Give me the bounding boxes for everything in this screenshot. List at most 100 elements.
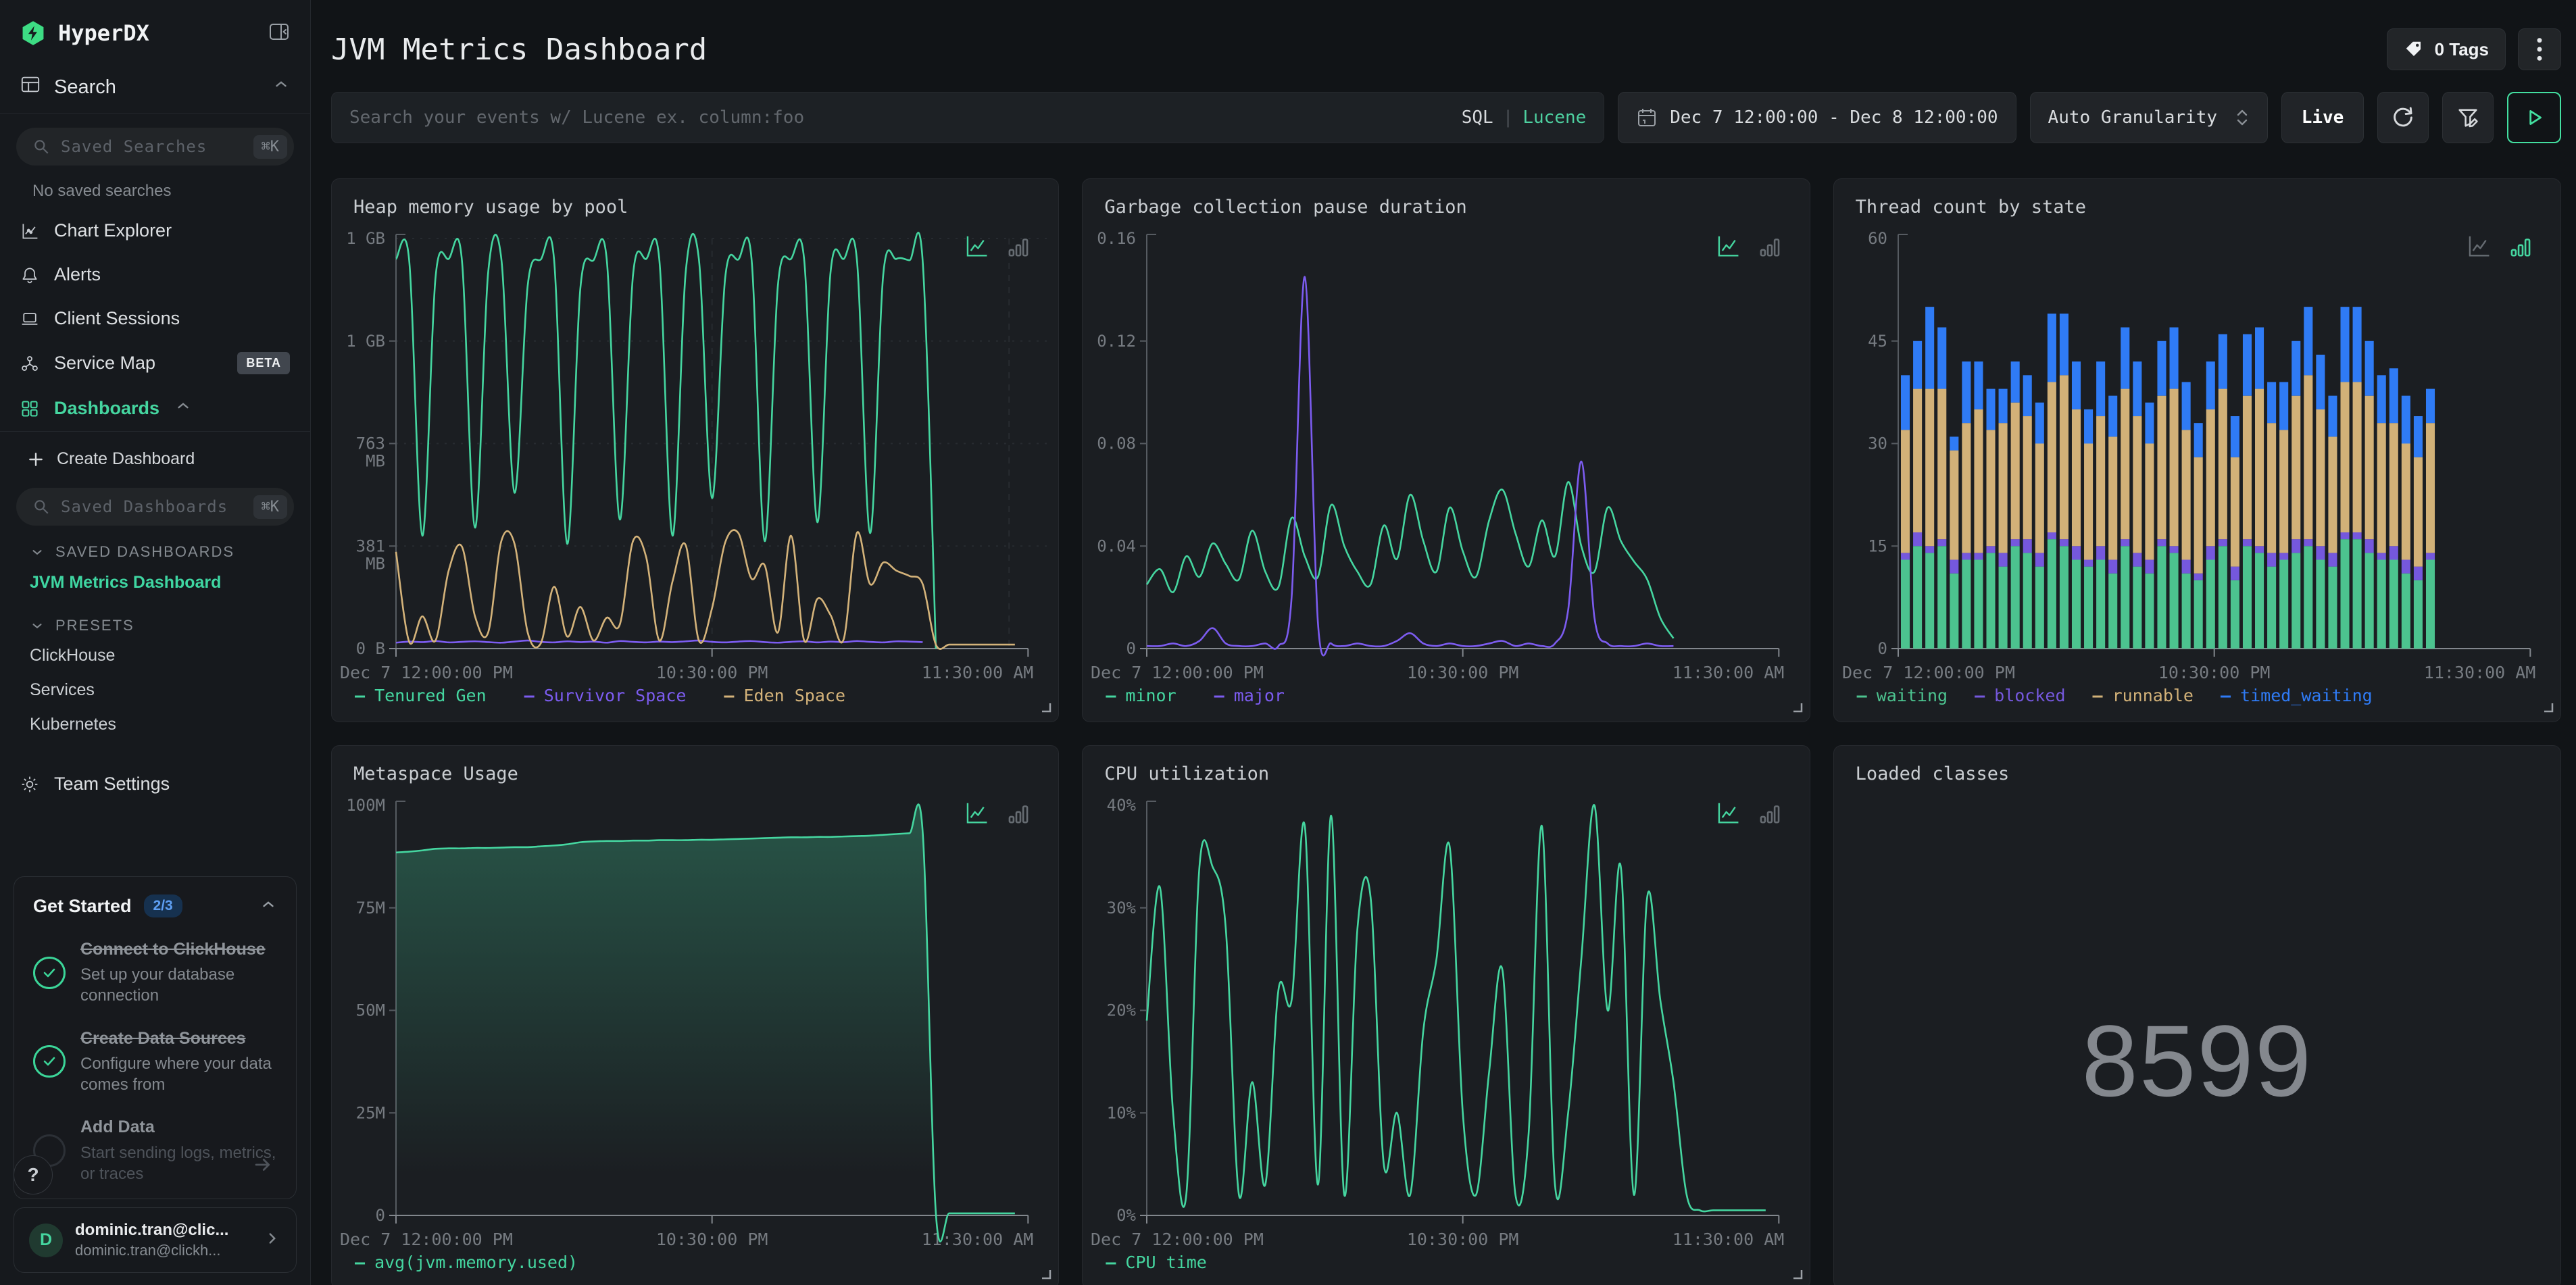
svg-text:11:30:00 AM: 11:30:00 AM (1673, 1230, 1785, 1247)
panel-cpu: CPU utilization 40% 30% 20% 10% 0% Dec 7 12:0… (1082, 745, 1810, 1285)
panel-title: Thread count by state (1855, 197, 2087, 218)
svg-text:0.08: 0.08 (1097, 434, 1137, 453)
hyperdx-logo-icon (22, 21, 44, 45)
legend-entry[interactable]: — runnable (2093, 686, 2194, 705)
sidebar-item-kubernetes[interactable]: Kubernetes (0, 707, 310, 742)
line-chart-toggle-icon[interactable] (2466, 233, 2492, 259)
create-dashboard-button[interactable]: Create Dashboard (0, 432, 310, 474)
refresh-button[interactable] (2377, 92, 2429, 143)
resize-handle[interactable] (2542, 701, 2555, 717)
saved-dashboards-input[interactable]: Saved Dashboards ⌘K (16, 488, 294, 526)
chevron-up-icon[interactable] (272, 76, 290, 99)
svg-text:Dec 7 12:00:00 PM: Dec 7 12:00:00 PM (1091, 1230, 1264, 1247)
svg-text:45: 45 (1868, 332, 1887, 351)
lucene-toggle[interactable]: Lucene (1522, 107, 1586, 128)
line-chart-toggle-icon[interactable] (1715, 800, 1741, 826)
main-content: JVM Metrics Dashboard 0 Tags Search your… (311, 0, 2576, 1285)
presets-header[interactable]: PRESETS (0, 599, 310, 638)
thread-count-chart[interactable]: 60 45 30 15 0 Dec 7 12:00:00 PM 10:30:00 PM 11:… (1834, 179, 2560, 680)
legend-entry[interactable]: — Tenured Gen (355, 686, 487, 705)
check-circle-icon (33, 1045, 66, 1078)
get-started-step-add-data[interactable]: Add Data Start sending logs, metrics, or… (33, 1117, 277, 1184)
chevron-up-icon[interactable] (259, 896, 277, 917)
legend-entry[interactable]: — timed_waiting (2221, 686, 2373, 705)
svg-text:25M: 25M (356, 1103, 385, 1122)
cpu-chart[interactable]: 40% 30% 20% 10% 0% Dec 7 12:00:00 PM 10:30:00 … (1083, 746, 1809, 1247)
legend-entry[interactable]: — major (1214, 686, 1285, 705)
resize-handle[interactable] (1791, 1267, 1804, 1284)
sql-toggle[interactable]: SQL (1462, 107, 1493, 128)
line-chart-toggle-icon[interactable] (964, 233, 989, 259)
saved-dashboards-header[interactable]: SAVED DASHBOARDS (0, 526, 310, 565)
get-started-step-sources[interactable]: Create Data Sources Configure where your… (33, 1028, 277, 1096)
chevron-up-icon[interactable] (174, 397, 192, 420)
event-search-input[interactable]: Search your events w/ Lucene ex. column:… (331, 92, 1605, 143)
nav-label: Client Sessions (54, 308, 180, 328)
page-title: JVM Metrics Dashboard (331, 32, 708, 67)
get-started-step-connect[interactable]: Connect to ClickHouse Set up your databa… (33, 939, 277, 1007)
saved-searches-input[interactable]: Saved Searches ⌘K (16, 128, 294, 166)
sidebar-item-jvm-dashboard[interactable]: JVM Metrics Dashboard (0, 565, 310, 599)
sidebar-item-clickhouse[interactable]: ClickHouse (0, 638, 310, 673)
bar-chart-toggle-icon[interactable] (1757, 233, 1783, 259)
legend-entry[interactable]: — blocked (1975, 686, 2065, 705)
live-button[interactable]: Live (2281, 92, 2364, 143)
sidebar-item-chart-explorer[interactable]: Chart Explorer (0, 209, 310, 253)
line-chart-toggle-icon[interactable] (964, 800, 989, 826)
legend-entry[interactable]: — minor (1106, 686, 1176, 705)
search-section-icon (20, 74, 41, 100)
sidebar-item-service-map[interactable]: Service Map BETA (0, 341, 310, 386)
granularity-select[interactable]: Auto Granularity (2029, 92, 2268, 143)
panel-gc-pause: Garbage collection pause duration 0.16 0.… (1082, 178, 1810, 722)
dashboard-menu-button[interactable] (2518, 28, 2561, 70)
sidebar-item-search[interactable]: Search (0, 64, 310, 114)
panel-thread-count: Thread count by state 60 45 30 15 0 Dec 7 12:… (1833, 178, 2561, 722)
user-name: dominic.tran@clic... (75, 1221, 229, 1239)
legend-entry[interactable]: — waiting (1857, 686, 1948, 705)
sidebar-item-services[interactable]: Services (0, 673, 310, 707)
panel-metaspace: Metaspace Usage 100M 75M 50M 25M 0 Dec 7 12:0… (331, 745, 1060, 1285)
date-range-picker[interactable]: Dec 7 12:00:00 - Dec 8 12:00:00 (1618, 92, 2016, 143)
svg-text:0 B: 0 B (356, 639, 385, 658)
chart-legend: — Tenured Gen — Survivor Space — Eden Space (355, 686, 845, 705)
step-desc: Start sending logs, metrics, or traces (80, 1143, 276, 1183)
svg-text:10:30:00 PM: 10:30:00 PM (656, 1230, 768, 1247)
bar-chart-toggle-icon[interactable] (1006, 800, 1031, 826)
resize-handle[interactable] (1039, 701, 1053, 717)
gc-pause-chart[interactable]: 0.16 0.12 0.08 0.04 0 Dec 7 12:00:00 PM 10:30:… (1083, 179, 1809, 680)
help-button[interactable]: ? (14, 1155, 53, 1194)
svg-text:75M: 75M (356, 899, 385, 917)
legend-entry[interactable]: — CPU time (1106, 1253, 1206, 1272)
user-menu[interactable]: D dominic.tran@clic... dominic.tran@clic… (14, 1207, 297, 1273)
select-chevrons-icon (2237, 109, 2248, 126)
sidebar-item-client-sessions[interactable]: Client Sessions (0, 297, 310, 341)
collapse-sidebar-icon[interactable] (268, 21, 290, 46)
nav-label: Alerts (54, 264, 101, 284)
legend-entry[interactable]: — Eden Space (724, 686, 845, 705)
bar-chart-toggle-icon[interactable] (2508, 233, 2533, 259)
panel-heap-memory: Heap memory usage by pool 1 GB 1 GB 763 MB 3… (331, 178, 1060, 722)
line-chart-toggle-icon[interactable] (1715, 233, 1741, 259)
resize-handle[interactable] (1039, 1267, 1053, 1284)
sidebar-item-team-settings[interactable]: Team Settings (0, 762, 310, 806)
svg-text:100M: 100M (346, 796, 385, 815)
metaspace-chart[interactable]: 100M 75M 50M 25M 0 Dec 7 12:00:00 PM 10:30:00 … (332, 746, 1058, 1247)
sidebar-item-alerts[interactable]: Alerts (0, 253, 310, 297)
legend-entry[interactable]: — Survivor Space (524, 686, 687, 705)
step-title: Connect to ClickHouse (80, 940, 266, 959)
legend-entry[interactable]: — avg(jvm.memory.used) (355, 1253, 578, 1272)
sidebar-item-dashboards[interactable]: Dashboards (0, 386, 310, 431)
heap-memory-chart[interactable]: 1 GB 1 GB 763 MB 381 MB 0 B Dec 7 12:00:00 PM 10… (332, 179, 1058, 680)
kebab-icon (2537, 38, 2542, 61)
search-icon (34, 140, 49, 154)
get-started-header[interactable]: Get Started 2/3 (33, 895, 277, 917)
resize-handle[interactable] (1791, 701, 1804, 717)
plus-icon (29, 452, 43, 466)
run-query-button[interactable] (2507, 92, 2561, 143)
panel-title: CPU utilization (1104, 763, 1270, 784)
filter-button[interactable] (2442, 92, 2494, 143)
bar-chart-toggle-icon[interactable] (1006, 233, 1031, 259)
bar-chart-toggle-icon[interactable] (1757, 800, 1783, 826)
tags-button[interactable]: 0 Tags (2386, 28, 2506, 70)
svg-text:10:30:00 PM: 10:30:00 PM (2158, 663, 2271, 680)
